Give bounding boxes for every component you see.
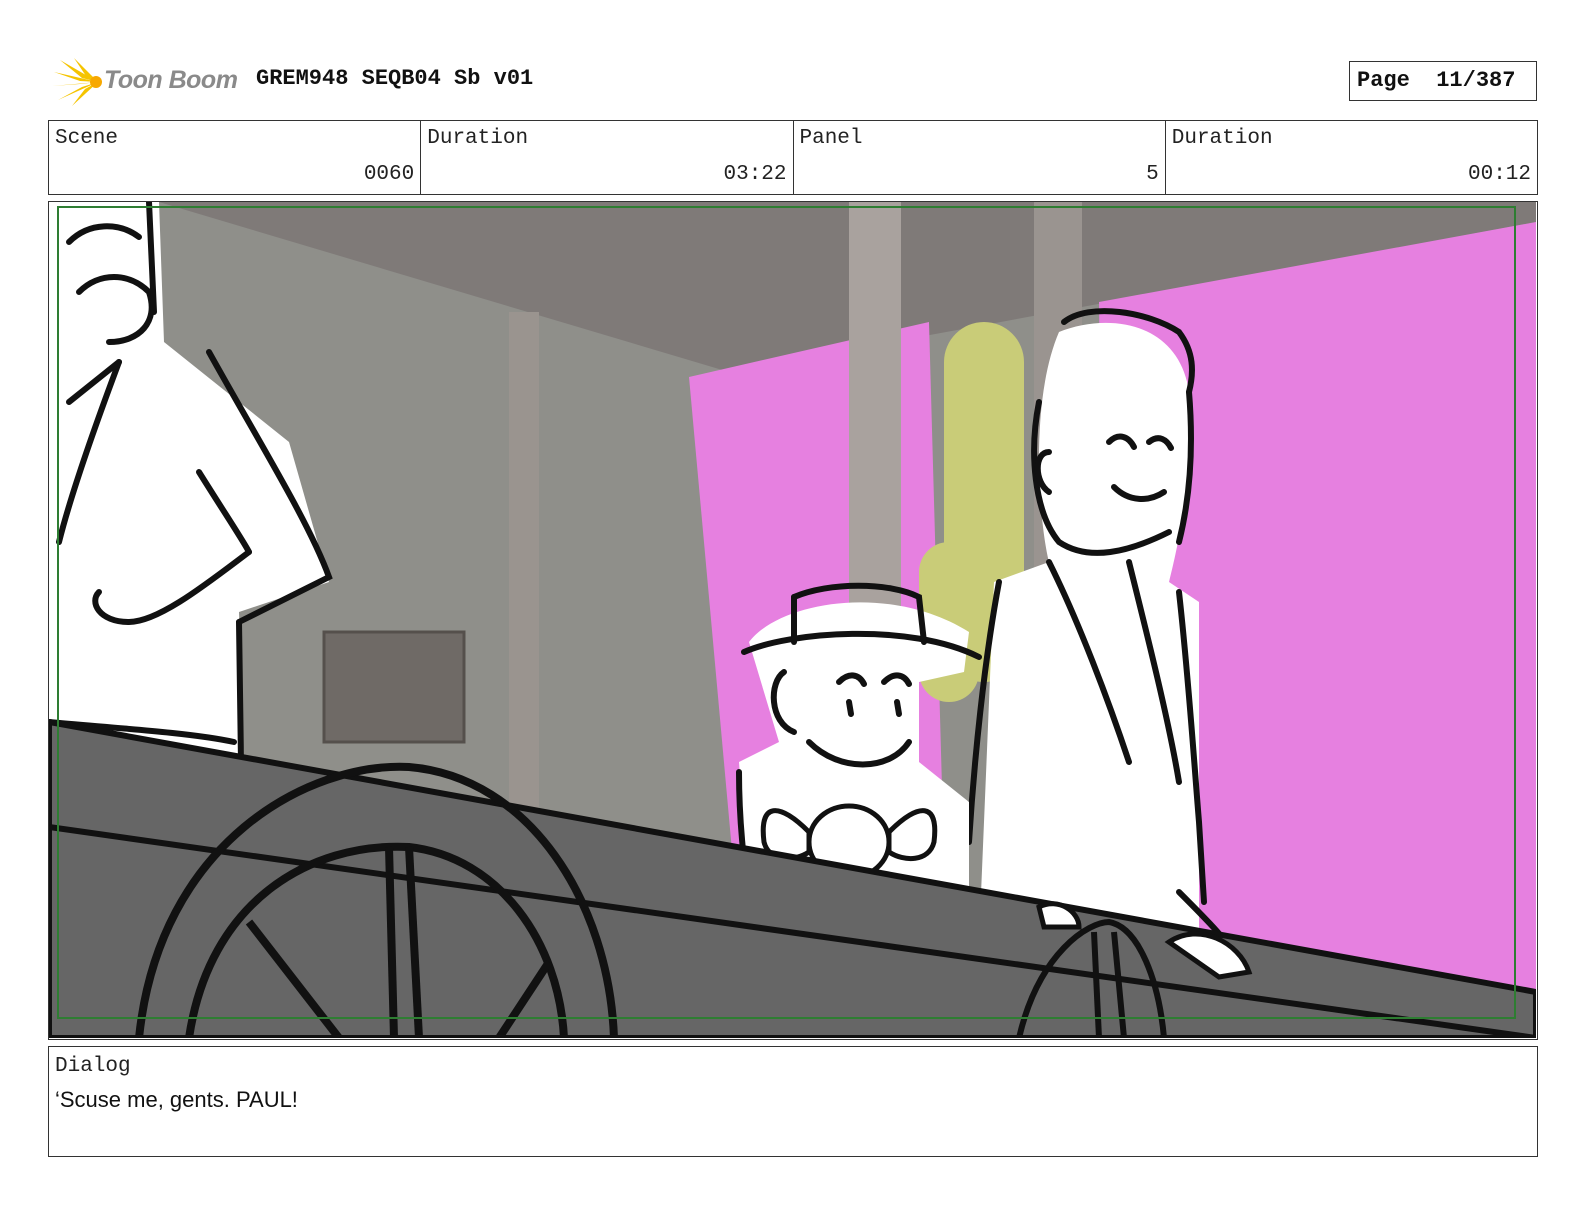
scene-cell: Scene 0060	[49, 121, 422, 194]
starburst-icon	[52, 58, 102, 106]
dialog-box: Dialog ‘Scuse me, gents. PAUL!	[48, 1046, 1538, 1157]
scene-label: Scene	[55, 127, 119, 150]
scene-duration-cell: Duration 03:22	[421, 121, 794, 194]
panel-cell: Panel 5	[794, 121, 1166, 194]
scene-info-row: Scene 0060 Duration 03:22 Panel 5 Durati…	[48, 120, 1538, 195]
storyboard-panel	[48, 201, 1538, 1040]
panel-duration-cell: Duration 00:12	[1166, 121, 1537, 194]
panel-label: Panel	[799, 127, 863, 150]
panel-duration-value: 00:12	[1467, 163, 1531, 186]
storyboard-sketch	[49, 202, 1536, 1038]
scene-value: 0060	[363, 163, 415, 186]
page-number: 11/387	[1436, 68, 1516, 93]
document-title: GREM948 SEQB04 Sb v01	[256, 66, 534, 91]
window	[322, 630, 466, 744]
page-label: Page	[1357, 68, 1410, 93]
panel-value: 5	[1146, 163, 1159, 186]
scene-duration-value: 03:22	[723, 163, 787, 186]
dialog-text: ‘Scuse me, gents. PAUL!	[55, 1087, 298, 1112]
toon-boom-logo: Toon Boom	[52, 56, 242, 108]
dialog-label: Dialog	[55, 1055, 131, 1078]
panel-duration-label: Duration	[1171, 127, 1273, 150]
logo-text: Toon Boom	[104, 66, 238, 94]
scene-duration-label: Duration	[427, 127, 529, 150]
page-indicator: Page 11/387	[1349, 61, 1537, 101]
